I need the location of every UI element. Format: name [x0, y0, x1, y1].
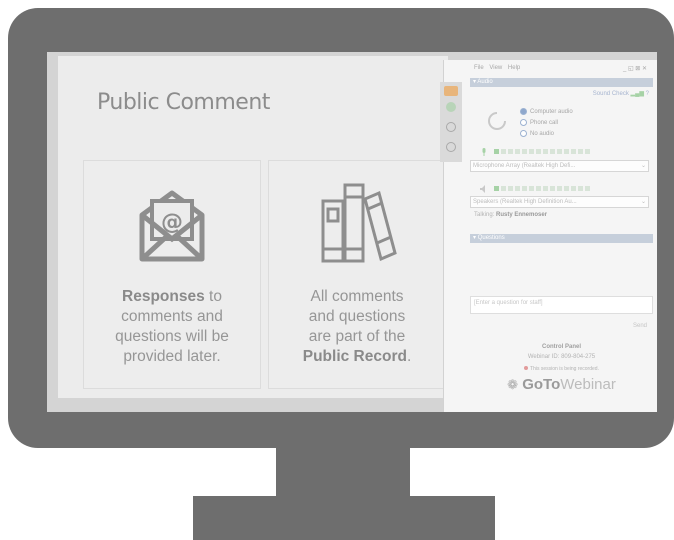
- recording-text: This session is being recorded.: [530, 366, 599, 372]
- talking-indicator: Talking: Rusty Ennemoser: [474, 212, 547, 218]
- gotowebinar-panel: File View Help _ ◱ ⊠ ✕ ▾ Audio Sound Che…: [440, 60, 657, 412]
- speakers-dropdown[interactable]: Speakers (Realtek High Definition Au... …: [470, 196, 649, 208]
- monitor-screen: Public Comment @ Responses to comments a…: [47, 52, 657, 412]
- radio-icon: [520, 130, 527, 137]
- signal-bars-icon: ▂▄▆: [630, 91, 644, 97]
- menu-file[interactable]: File: [474, 65, 484, 71]
- question-placeholder: [Enter a question for staff]: [474, 300, 543, 306]
- microphone-icon: [480, 148, 488, 156]
- send-button[interactable]: Send: [633, 323, 647, 329]
- collapse-arrow-icon[interactable]: [444, 86, 458, 96]
- slide-title: Public Comment: [97, 90, 270, 115]
- microphone-dropdown-value: Microphone Array (Realtek High Defi...: [473, 163, 576, 169]
- brand-goto: GoTo: [522, 376, 561, 393]
- spinner-icon: [488, 112, 506, 130]
- recording-notice: This session is being recorded.: [470, 366, 653, 372]
- audio-option-label: No audio: [530, 131, 555, 138]
- mic-level-bar: [494, 149, 604, 154]
- books-icon: [321, 183, 397, 263]
- menu-view[interactable]: View: [489, 65, 502, 71]
- hand-raise-icon[interactable]: [446, 102, 456, 112]
- audio-option-label: Phone call: [530, 120, 559, 127]
- menu-bar: File View Help _ ◱ ⊠ ✕: [474, 65, 651, 75]
- presentation-slide: Public Comment @ Responses to comments a…: [58, 56, 448, 398]
- responses-card: @ Responses to comments and questions wi…: [83, 160, 261, 389]
- mic-status-icon[interactable]: [446, 142, 456, 152]
- chevron-down-icon: ⌄: [640, 199, 646, 205]
- control-panel-title: Control Panel: [541, 344, 581, 350]
- audio-option-none[interactable]: No audio: [520, 130, 554, 137]
- public-record-text: All comments and questions are part of t…: [302, 288, 412, 365]
- help-icon[interactable]: ?: [646, 91, 649, 97]
- questions-section-header[interactable]: ▾ Questions: [470, 234, 653, 243]
- speaker-level-bar: [494, 186, 604, 191]
- chevron-down-icon: ⌄: [640, 163, 646, 169]
- responses-text: Responses to comments and questions will…: [115, 288, 229, 365]
- audio-option-label: Computer audio: [530, 109, 573, 116]
- audio-option-phone[interactable]: Phone call: [520, 119, 558, 126]
- questions-header-label: Questions: [477, 235, 505, 241]
- radio-icon: [520, 119, 527, 126]
- flower-logo-icon: ❁: [507, 377, 519, 392]
- monitor-stand-base: [193, 496, 495, 540]
- grab-tab[interactable]: [440, 82, 462, 162]
- gotowebinar-logo: ❁ GoToWebinar: [470, 376, 653, 393]
- talking-label: Talking:: [474, 212, 495, 218]
- sound-check-label: Sound Check: [592, 91, 629, 97]
- monitor-stand-neck: [276, 446, 410, 496]
- sound-check-link[interactable]: Sound Check ▂▄▆ ?: [593, 90, 649, 97]
- question-input[interactable]: [Enter a question for staff]: [470, 296, 653, 314]
- audio-option-computer[interactable]: Computer audio: [520, 108, 573, 115]
- audio-section-header[interactable]: ▾ Audio: [470, 78, 653, 87]
- audio-header-label: Audio: [477, 79, 493, 85]
- public-record-card: All comments and questions are part of t…: [268, 160, 446, 389]
- window-controls[interactable]: _ ◱ ⊠ ✕: [623, 65, 647, 72]
- speakers-dropdown-value: Speakers (Realtek High Definition Au...: [473, 199, 577, 205]
- microphone-dropdown[interactable]: Microphone Array (Realtek High Defi... ⌄: [470, 160, 649, 172]
- radio-selected-icon: [520, 108, 527, 115]
- menu-help[interactable]: Help: [508, 65, 520, 71]
- speaker-icon: [480, 185, 488, 193]
- brand-webinar: Webinar: [560, 376, 616, 393]
- webinar-id: Webinar ID: 809-804-275: [527, 354, 596, 360]
- envelope-at-icon: @: [139, 190, 205, 262]
- talking-name: Rusty Ennemoser: [496, 212, 548, 218]
- screen-icon[interactable]: [446, 122, 456, 132]
- recording-dot-icon: [524, 366, 529, 370]
